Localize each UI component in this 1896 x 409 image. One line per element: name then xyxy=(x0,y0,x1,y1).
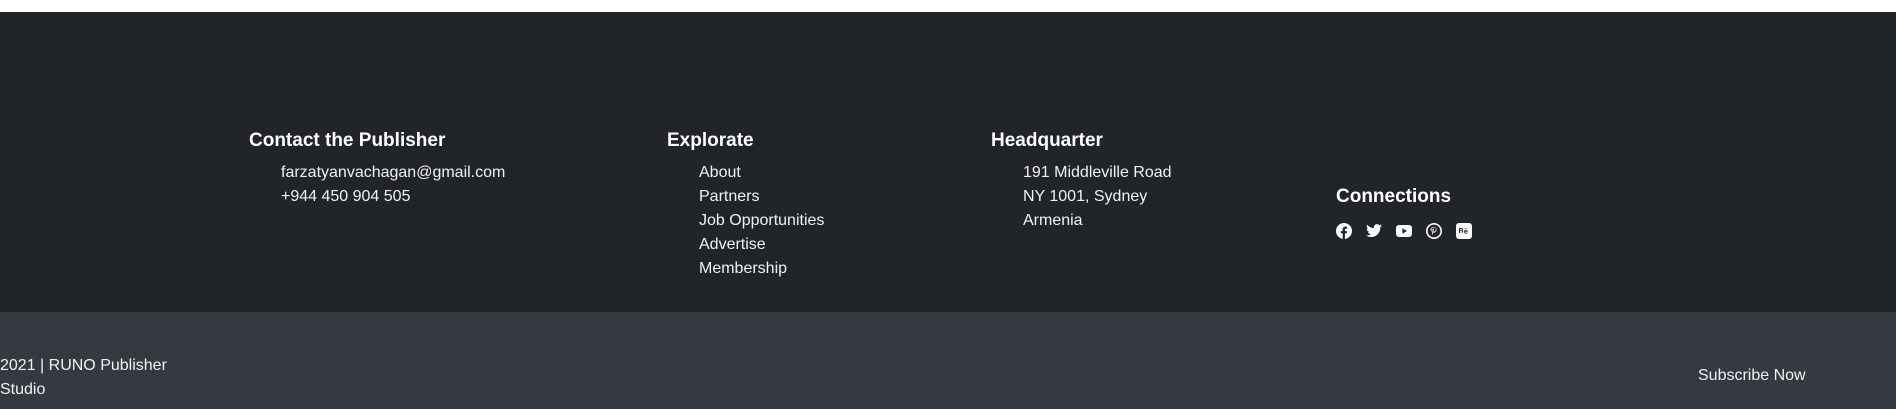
subscribe-button[interactable]: Subscribe Now xyxy=(1698,364,1806,388)
social-links xyxy=(1336,223,1472,239)
explore-title: Explorate xyxy=(667,130,754,151)
email-link[interactable]: farzatyanvachagan@gmail.com xyxy=(281,164,505,181)
connections-section: Connections xyxy=(1336,185,1472,239)
footer-bottom-bar: 2021 | RUNO Publisher Studio Subscribe N… xyxy=(0,312,1896,409)
contact-section: Contact the Publisher farzatyanvachagan@… xyxy=(249,129,505,209)
explore-section: Explorate About Partners Job Opportuniti… xyxy=(667,129,824,281)
twitter-icon[interactable] xyxy=(1366,223,1382,239)
explore-link-advertise[interactable]: Advertise xyxy=(699,236,766,253)
address-line-country: Armenia xyxy=(1023,212,1083,229)
address-line-city: NY 1001, Sydney xyxy=(1023,188,1148,205)
contact-title: Contact the Publisher xyxy=(249,130,446,151)
site-footer: Contact the Publisher farzatyanvachagan@… xyxy=(0,12,1896,312)
headquarter-section: Headquarter 191 Middleville Road NY 1001… xyxy=(991,129,1172,233)
explore-links: About Partners Job Opportunities Adverti… xyxy=(667,161,824,281)
explore-link-membership[interactable]: Membership xyxy=(699,260,787,277)
explore-link-about[interactable]: About xyxy=(699,164,741,181)
connections-title: Connections xyxy=(1336,186,1452,207)
behance-icon[interactable] xyxy=(1456,223,1472,239)
explore-link-partners[interactable]: Partners xyxy=(699,188,759,205)
address-line-street: 191 Middleville Road xyxy=(1023,164,1172,181)
explore-link-job-opportunities[interactable]: Job Opportunities xyxy=(699,212,824,229)
facebook-icon[interactable] xyxy=(1336,223,1352,239)
youtube-icon[interactable] xyxy=(1396,223,1412,239)
contact-phone[interactable]: +944 450 904 505 xyxy=(281,185,505,209)
phone-link[interactable]: +944 450 904 505 xyxy=(281,188,410,205)
headquarter-address: 191 Middleville Road NY 1001, Sydney Arm… xyxy=(991,161,1172,233)
pinterest-icon[interactable] xyxy=(1426,223,1442,239)
copyright-text: 2021 | RUNO Publisher Studio xyxy=(0,357,167,398)
contact-list: farzatyanvachagan@gmail.com +944 450 904… xyxy=(249,161,505,209)
headquarter-title: Headquarter xyxy=(991,130,1103,151)
contact-email[interactable]: farzatyanvachagan@gmail.com xyxy=(281,161,505,185)
page-top-strip xyxy=(0,0,1896,12)
